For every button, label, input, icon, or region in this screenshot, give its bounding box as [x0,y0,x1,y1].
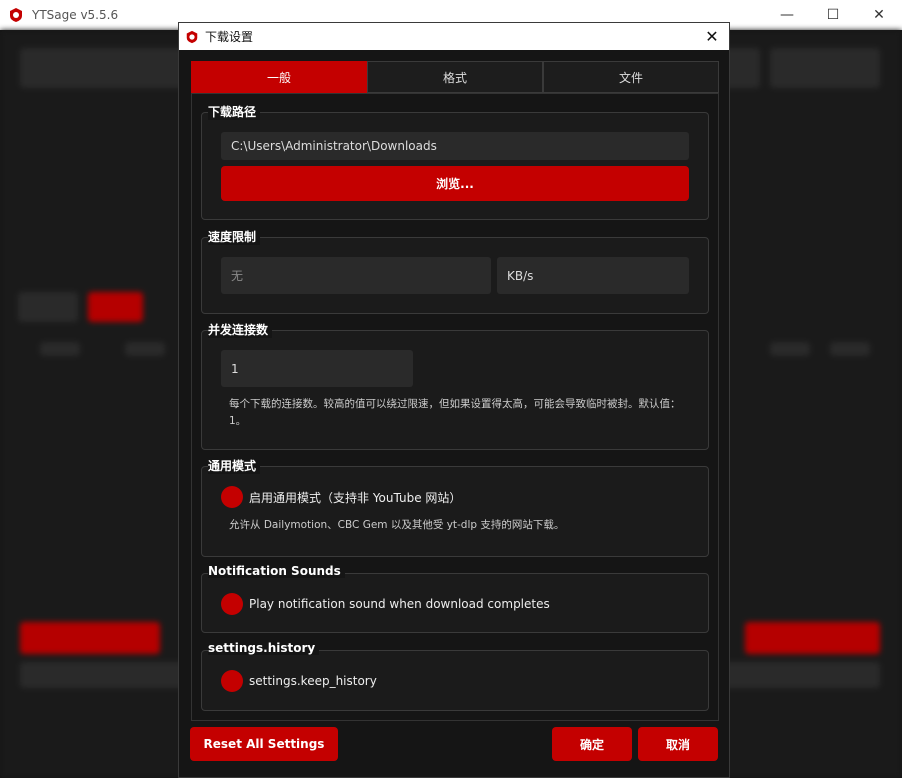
app-logo-icon [186,30,198,43]
generic-mode-label: 启用通用模式（支持非 YouTube 网站） [249,490,462,505]
maximize-button[interactable]: ☐ [810,0,856,30]
speed-limit-title: 速度限制 [208,228,261,245]
app-logo-icon [10,8,22,22]
download-settings-dialog: 下载设置 ✕ 一般 格式 文件 下载路径 C:\Users\Administra… [178,22,730,778]
notification-sound-toggle-indicator[interactable] [221,593,243,615]
general-tab-panel: 下载路径 C:\Users\Administrator\Downloads 浏览… [191,93,719,721]
notification-sound-checkbox[interactable]: Play notification sound when download co… [221,593,550,615]
notification-sounds-title: Notification Sounds [208,564,345,578]
speed-unit-select[interactable]: KB/s [497,257,689,294]
concurrent-connections-title: 并发连接数 [208,321,273,338]
browse-button[interactable]: 浏览... [221,166,689,201]
close-button[interactable]: ✕ [856,0,902,30]
concurrent-connections-help: 每个下载的连接数。较高的值可以绕过限速，但如果设置得太高，可能会导致临时被封。默… [229,398,681,427]
speed-limit-input[interactable]: 无 [221,257,491,294]
notification-sounds-group: Notification Sounds Play notification so… [201,564,709,633]
tab-format[interactable]: 格式 [367,61,543,93]
bg-header-cell [830,342,870,356]
generic-mode-checkbox[interactable]: 启用通用模式（支持非 YouTube 网站） [221,486,461,508]
minimize-button[interactable]: — [764,0,810,30]
speed-limit-group: 速度限制 无 KB/s [201,228,709,314]
tab-files[interactable]: 文件 [543,61,719,93]
settings-tabs: 一般 格式 文件 [191,61,719,93]
concurrent-connections-input[interactable]: 1 [221,350,413,387]
notification-sound-label: Play notification sound when download co… [249,597,550,611]
main-window-title: YTSage v5.5.6 [32,8,119,22]
download-path-title: 下载路径 [208,103,261,120]
dialog-title: 下载设置 [205,30,254,44]
download-path-input[interactable]: C:\Users\Administrator\Downloads [221,132,689,160]
bg-analyze-button [770,48,880,88]
generic-mode-group: 通用模式 启用通用模式（支持非 YouTube 网站） 允许从 Dailymot… [201,457,709,557]
bg-header-cell [770,342,810,356]
window-controls: — ☐ ✕ [764,0,902,30]
generic-mode-title: 通用模式 [208,457,261,474]
generic-mode-help: 允许从 Dailymotion、CBC Gem 以及其他受 yt-dlp 支持的… [229,519,565,531]
bg-red-button [20,622,160,654]
dialog-titlebar: 下载设置 ✕ [179,23,729,50]
history-title: settings.history [208,641,320,655]
ok-button[interactable]: 确定 [552,727,632,761]
download-path-group: 下载路径 C:\Users\Administrator\Downloads 浏览… [201,103,709,220]
keep-history-label: settings.keep_history [249,674,377,688]
reset-all-settings-button[interactable]: Reset All Settings [190,727,338,761]
bg-header-cell [125,342,165,356]
cancel-button[interactable]: 取消 [638,727,718,761]
bg-red-button [745,622,880,654]
bg-header-cell [40,342,80,356]
bg-active-filter [88,292,143,322]
dialog-close-button[interactable]: ✕ [703,27,721,46]
tab-general[interactable]: 一般 [191,61,367,93]
history-group: settings.history settings.keep_history [201,641,709,711]
keep-history-checkbox[interactable]: settings.keep_history [221,670,377,692]
bg-filter [18,292,78,322]
generic-mode-toggle-indicator[interactable] [221,486,243,508]
keep-history-toggle-indicator[interactable] [221,670,243,692]
concurrent-connections-group: 并发连接数 1 每个下载的连接数。较高的值可以绕过限速，但如果设置得太高，可能会… [201,321,709,450]
